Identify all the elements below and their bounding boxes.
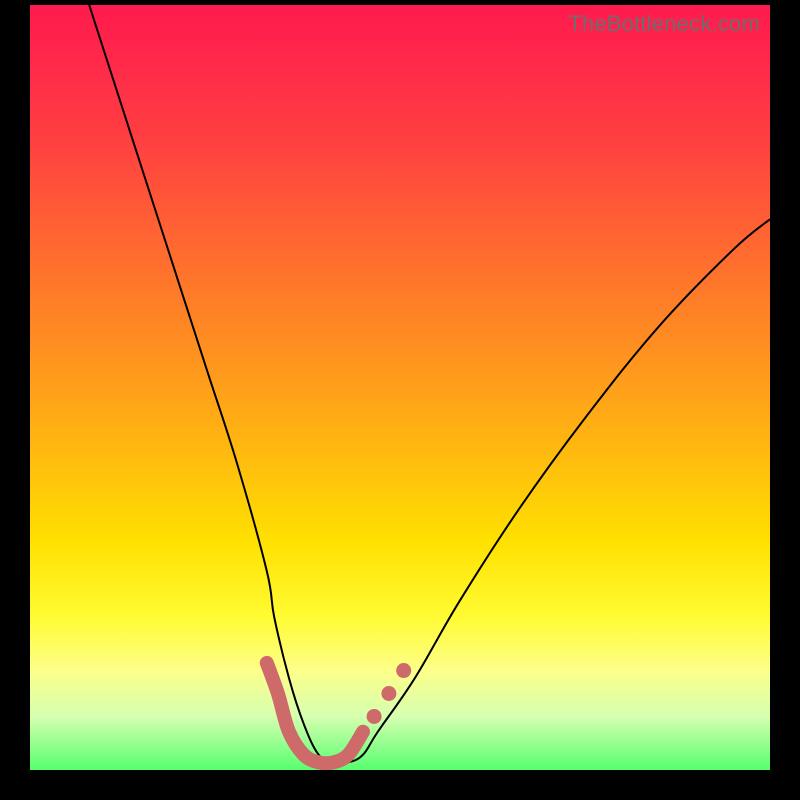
accent-dot [396,663,411,678]
bottleneck-curve-path [89,5,770,763]
chart-frame: TheBottleneck.com [30,5,770,770]
accent-dot [381,686,396,701]
bottleneck-chart [30,5,770,770]
accent-dot [367,709,382,724]
